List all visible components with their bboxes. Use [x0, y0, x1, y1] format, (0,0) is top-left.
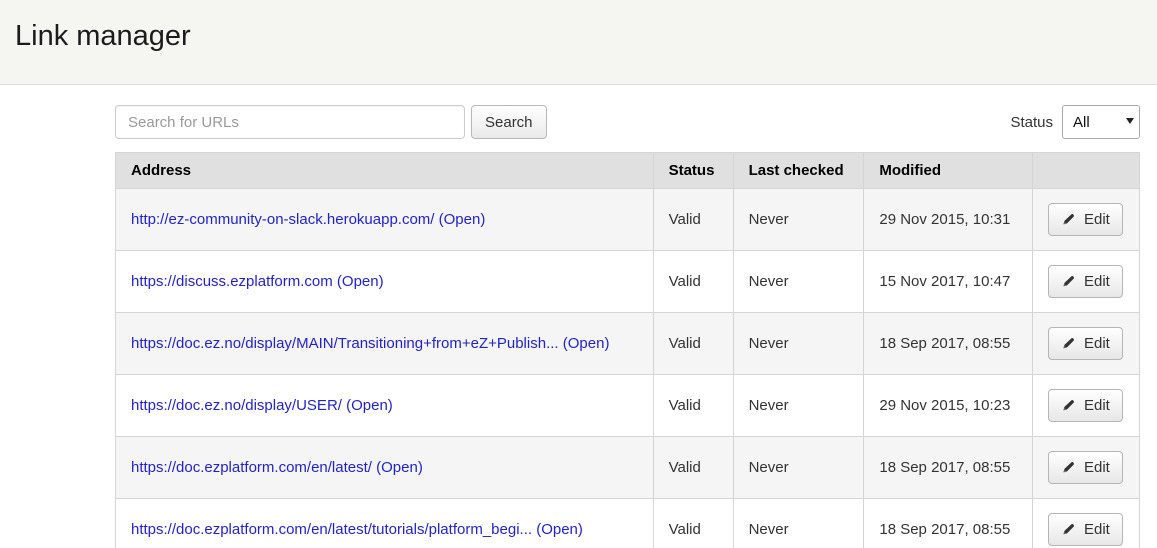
address-cell: https://doc.ez.no/display/USER/ (Open) — [116, 375, 654, 437]
address-cell: http://ez-community-on-slack.herokuapp.c… — [116, 189, 654, 251]
url-link[interactable]: https://doc.ezplatform.com/en/latest/ — [131, 459, 372, 476]
search-group: Search — [115, 105, 547, 139]
url-link[interactable]: https://discuss.ezplatform.com — [131, 273, 333, 290]
table-row: https://doc.ezplatform.com/en/latest/ (O… — [116, 437, 1140, 499]
modified-cell: 18 Sep 2017, 08:55 — [864, 313, 1033, 375]
edit-button[interactable]: Edit — [1048, 389, 1123, 422]
last-checked-cell: Never — [733, 437, 864, 499]
open-link[interactable]: (Open) — [536, 521, 583, 538]
edit-button[interactable]: Edit — [1048, 327, 1123, 360]
table-body: http://ez-community-on-slack.herokuapp.c… — [116, 189, 1140, 548]
status-cell: Valid — [653, 251, 733, 313]
edit-cell: Edit — [1032, 437, 1139, 499]
edit-button-label: Edit — [1084, 211, 1110, 228]
search-button[interactable]: Search — [471, 105, 547, 139]
address-cell: https://doc.ezplatform.com/en/latest/ (O… — [116, 437, 654, 499]
edit-button-label: Edit — [1084, 335, 1110, 352]
url-link[interactable]: https://doc.ezplatform.com/en/latest/tut… — [131, 521, 532, 538]
modified-cell: 18 Sep 2017, 08:55 — [864, 499, 1033, 548]
edit-cell: Edit — [1032, 375, 1139, 437]
url-link[interactable]: https://doc.ez.no/display/USER/ — [131, 397, 342, 414]
search-input[interactable] — [115, 105, 465, 139]
edit-cell: Edit — [1032, 251, 1139, 313]
edit-button[interactable]: Edit — [1048, 203, 1123, 236]
url-link[interactable]: https://doc.ez.no/display/MAIN/Transitio… — [131, 335, 559, 352]
table-row: https://discuss.ezplatform.com (Open) Va… — [116, 251, 1140, 313]
last-checked-cell: Never — [733, 313, 864, 375]
column-header-address: Address — [116, 153, 654, 189]
modified-cell: 29 Nov 2015, 10:31 — [864, 189, 1033, 251]
modified-cell: 29 Nov 2015, 10:23 — [864, 375, 1033, 437]
edit-cell: Edit — [1032, 313, 1139, 375]
status-cell: Valid — [653, 437, 733, 499]
column-header-actions — [1032, 153, 1139, 189]
address-cell: https://doc.ezplatform.com/en/latest/tut… — [116, 499, 654, 548]
edit-button[interactable]: Edit — [1048, 265, 1123, 298]
links-table: Address Status Last checked Modified htt… — [115, 152, 1140, 548]
pencil-icon — [1061, 212, 1076, 227]
url-link[interactable]: http://ez-community-on-slack.herokuapp.c… — [131, 211, 434, 228]
column-header-modified: Modified — [864, 153, 1033, 189]
status-cell: Valid — [653, 313, 733, 375]
status-cell: Valid — [653, 375, 733, 437]
status-filter-label: Status — [1010, 114, 1053, 131]
modified-cell: 15 Nov 2017, 10:47 — [864, 251, 1033, 313]
table-row: https://doc.ezplatform.com/en/latest/tut… — [116, 499, 1140, 548]
pencil-icon — [1061, 336, 1076, 351]
edit-cell: Edit — [1032, 499, 1139, 548]
address-cell: https://discuss.ezplatform.com (Open) — [116, 251, 654, 313]
status-select-wrap: All — [1062, 105, 1140, 139]
main-content: Search Status All Address Status Last ch… — [115, 85, 1140, 548]
toolbar: Search Status All — [115, 105, 1140, 139]
status-cell: Valid — [653, 499, 733, 548]
edit-button[interactable]: Edit — [1048, 451, 1123, 484]
last-checked-cell: Never — [733, 251, 864, 313]
table-row: https://doc.ez.no/display/MAIN/Transitio… — [116, 313, 1140, 375]
edit-button-label: Edit — [1084, 397, 1110, 414]
status-cell: Valid — [653, 189, 733, 251]
open-link[interactable]: (Open) — [439, 211, 486, 228]
last-checked-cell: Never — [733, 499, 864, 548]
open-link[interactable]: (Open) — [346, 397, 393, 414]
last-checked-cell: Never — [733, 189, 864, 251]
open-link[interactable]: (Open) — [376, 459, 423, 476]
table-row: http://ez-community-on-slack.herokuapp.c… — [116, 189, 1140, 251]
edit-button-label: Edit — [1084, 521, 1110, 538]
status-filter-select[interactable]: All — [1062, 105, 1140, 139]
page-header: Link manager — [0, 0, 1157, 85]
edit-button-label: Edit — [1084, 459, 1110, 476]
address-cell: https://doc.ez.no/display/MAIN/Transitio… — [116, 313, 654, 375]
pencil-icon — [1061, 398, 1076, 413]
edit-button-label: Edit — [1084, 273, 1110, 290]
edit-cell: Edit — [1032, 189, 1139, 251]
table-row: https://doc.ez.no/display/USER/ (Open) V… — [116, 375, 1140, 437]
status-filter-group: Status All — [1010, 105, 1140, 139]
edit-button[interactable]: Edit — [1048, 513, 1123, 546]
table-header-row: Address Status Last checked Modified — [116, 153, 1140, 189]
column-header-status: Status — [653, 153, 733, 189]
column-header-last-checked: Last checked — [733, 153, 864, 189]
page-title: Link manager — [15, 20, 1157, 53]
pencil-icon — [1061, 274, 1076, 289]
pencil-icon — [1061, 522, 1076, 537]
last-checked-cell: Never — [733, 375, 864, 437]
pencil-icon — [1061, 460, 1076, 475]
open-link[interactable]: (Open) — [563, 335, 610, 352]
open-link[interactable]: (Open) — [337, 273, 384, 290]
modified-cell: 18 Sep 2017, 08:55 — [864, 437, 1033, 499]
